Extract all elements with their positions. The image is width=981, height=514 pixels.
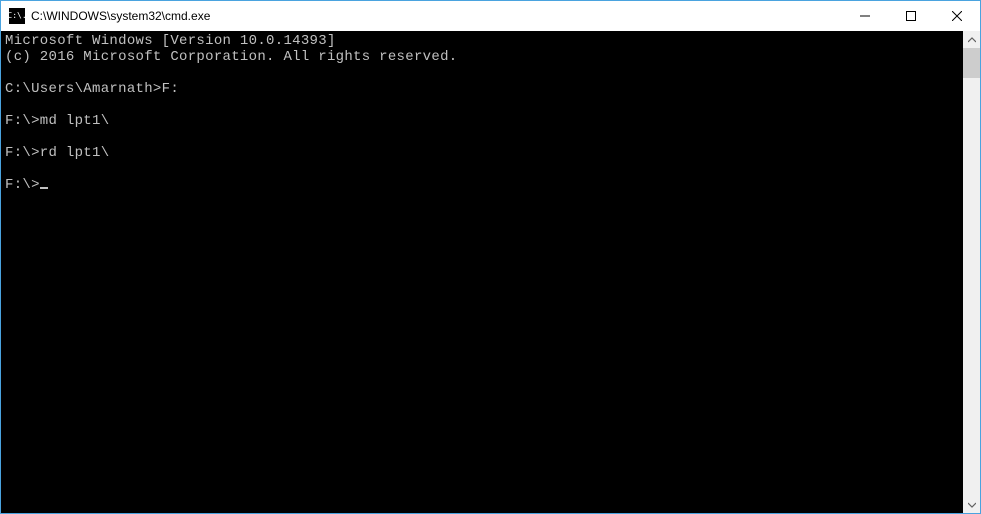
window-controls [842,1,980,31]
chevron-down-icon [968,501,976,509]
terminal-line: C:\Users\Amarnath>F: [5,81,963,97]
maximize-button[interactable] [888,1,934,31]
terminal-line [5,129,963,145]
cmd-icon: C:\. [9,8,25,24]
scroll-track[interactable] [963,48,980,496]
terminal-line: F:\>rd lpt1\ [5,145,963,161]
terminal-line [5,65,963,81]
terminal-line [5,97,963,113]
scroll-down-button[interactable] [963,496,980,513]
terminal-output[interactable]: Microsoft Windows [Version 10.0.14393](c… [1,31,963,513]
window-title: C:\WINDOWS\system32\cmd.exe [31,9,842,23]
client-area: Microsoft Windows [Version 10.0.14393](c… [1,31,980,513]
scroll-thumb[interactable] [963,48,980,78]
terminal-line: F:\>md lpt1\ [5,113,963,129]
cursor [40,187,48,189]
terminal-line [5,161,963,177]
terminal-line: F:\> [5,177,963,193]
scroll-up-button[interactable] [963,31,980,48]
close-button[interactable] [934,1,980,31]
chevron-up-icon [968,36,976,44]
minimize-button[interactable] [842,1,888,31]
maximize-icon [906,11,916,21]
terminal-line: (c) 2016 Microsoft Corporation. All righ… [5,49,963,65]
minimize-icon [860,11,870,21]
close-icon [952,11,962,21]
cmd-window: C:\. C:\WINDOWS\system32\cmd.exe Microso… [0,0,981,514]
titlebar[interactable]: C:\. C:\WINDOWS\system32\cmd.exe [1,1,980,31]
vertical-scrollbar[interactable] [963,31,980,513]
cmd-icon-label: C:\. [7,12,26,20]
terminal-line: Microsoft Windows [Version 10.0.14393] [5,33,963,49]
